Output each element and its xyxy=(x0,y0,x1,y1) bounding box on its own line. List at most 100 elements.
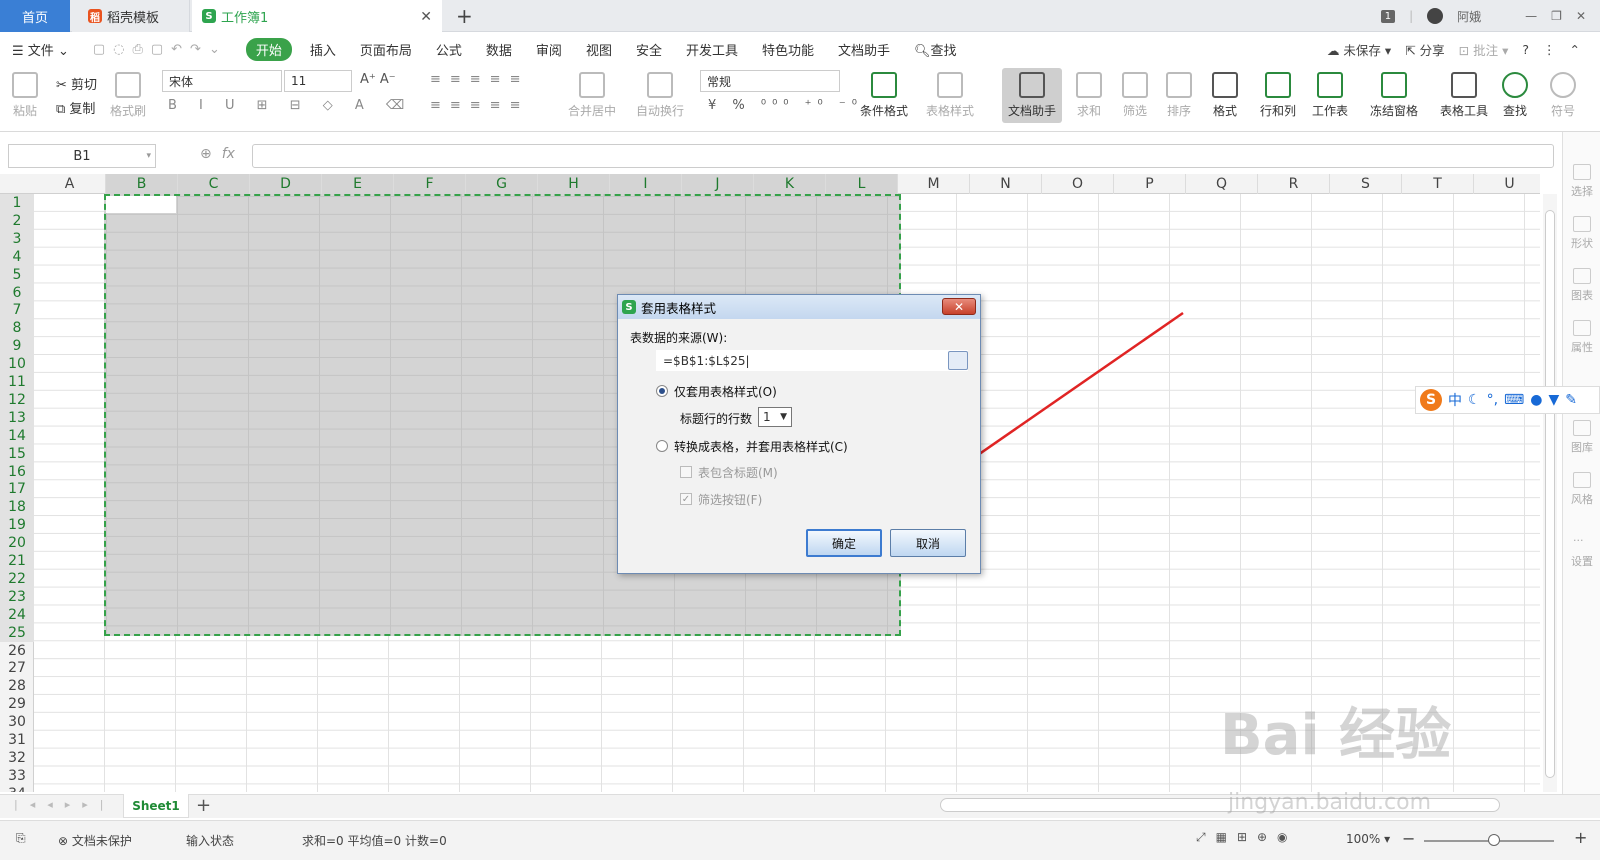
column-header[interactable]: K xyxy=(754,174,826,194)
font-select[interactable]: 宋体 xyxy=(162,70,282,92)
filter-button[interactable]: 筛选 xyxy=(1122,72,1148,119)
row-header[interactable]: 3 xyxy=(0,229,34,248)
add-sheet-button[interactable]: + xyxy=(196,795,211,816)
ime-mode-label[interactable]: 中 xyxy=(1448,390,1462,410)
column-header[interactable]: M xyxy=(898,174,970,194)
row-header[interactable]: 18 xyxy=(0,498,34,517)
row-col-button[interactable]: 行和列 xyxy=(1260,72,1296,119)
menu-page-layout[interactable]: 页面布局 xyxy=(348,40,424,59)
row-header[interactable]: 2 xyxy=(0,211,34,230)
row-header[interactable]: 4 xyxy=(0,247,34,266)
sum-button[interactable]: 求和 xyxy=(1076,72,1102,119)
wrap-text-button[interactable]: 自动换行 xyxy=(636,72,684,119)
font-grow-shrink-icons[interactable]: A⁺ A⁻ xyxy=(360,72,396,87)
row-header[interactable]: 1 xyxy=(0,194,34,212)
row-header[interactable]: 10 xyxy=(0,355,34,374)
merge-center-button[interactable]: 合并居中 xyxy=(568,72,616,119)
scrollbar-thumb[interactable] xyxy=(1545,210,1555,778)
row-header[interactable]: 25 xyxy=(0,623,34,642)
style-only-radio[interactable] xyxy=(656,385,668,397)
zoom-level[interactable]: 100% ▾ xyxy=(1346,832,1390,846)
convert-table-radio[interactable] xyxy=(656,440,668,452)
source-range-input[interactable]: =$B$1:$L$25 | xyxy=(656,350,968,371)
fx-icon[interactable]: fx xyxy=(222,146,235,162)
row-header[interactable]: 20 xyxy=(0,534,34,553)
column-header[interactable]: T xyxy=(1402,174,1474,194)
new-tab-button[interactable]: + xyxy=(456,4,473,28)
freeze-panes-button[interactable]: 冻结窗格 xyxy=(1370,72,1418,119)
user-icon[interactable]: ● xyxy=(1530,392,1542,408)
tab-template[interactable]: 稻 稻壳模板 xyxy=(72,0,190,32)
row-header[interactable]: 33 xyxy=(0,767,34,785)
sort-button[interactable]: 排序 xyxy=(1166,72,1192,119)
row-header[interactable]: 28 xyxy=(0,677,34,695)
menu-home[interactable]: 开始 xyxy=(245,37,292,61)
table-style-button[interactable]: 表格样式 xyxy=(926,72,974,119)
table-tools-button[interactable]: 表格工具 xyxy=(1440,72,1488,119)
comment-button[interactable]: ⊡ 批注 ▾ xyxy=(1459,40,1509,59)
convert-table-label[interactable]: 转换成表格，并套用表格样式(C) xyxy=(674,438,848,455)
avatar[interactable] xyxy=(1427,8,1444,24)
column-header[interactable]: F xyxy=(394,174,466,194)
menu-file[interactable]: ☰ 文件 ⌄ xyxy=(0,40,81,59)
menu-data[interactable]: 数据 xyxy=(474,40,524,59)
align-top-icons[interactable]: ≡≡≡≡≡ xyxy=(430,72,529,87)
column-header[interactable]: A xyxy=(34,174,106,194)
side-property-button[interactable]: 属性 xyxy=(1563,320,1600,355)
share-button[interactable]: ⇱ 分享 xyxy=(1405,40,1444,59)
menu-review[interactable]: 审阅 xyxy=(524,40,574,59)
row-header[interactable]: 31 xyxy=(0,731,34,749)
row-header[interactable]: 14 xyxy=(0,426,34,445)
unsaved-button[interactable]: ☁ 未保存 ▾ xyxy=(1327,40,1391,59)
ok-button[interactable]: 确定 xyxy=(806,529,882,557)
row-header[interactable]: 26 xyxy=(0,642,34,660)
number-format-icons[interactable]: ¥ % ⁰⁰⁰ ⁺⁰ ⁻⁰ xyxy=(708,98,863,113)
restore-icon[interactable]: ❐ xyxy=(1551,9,1562,23)
dialog-close-button[interactable]: ✕ xyxy=(942,298,976,315)
close-window-icon[interactable]: ✕ xyxy=(1576,9,1586,23)
sheet-nav-arrows[interactable]: |◂◂▸▸| xyxy=(14,798,116,811)
column-header[interactable]: J xyxy=(682,174,754,194)
row-header[interactable]: 22 xyxy=(0,569,34,588)
column-header[interactable]: O xyxy=(1042,174,1114,194)
copy-button[interactable]: ⧉ 复制 xyxy=(56,98,95,117)
wrench-icon[interactable]: ✎ xyxy=(1565,392,1577,408)
column-header[interactable]: R xyxy=(1258,174,1330,194)
row-header[interactable]: 8 xyxy=(0,319,34,338)
menu-formula[interactable]: 公式 xyxy=(424,40,474,59)
menu-developer[interactable]: 开发工具 xyxy=(674,40,750,59)
view-mode-icons[interactable]: ⤢▦⊞⊕◉ xyxy=(1196,830,1298,845)
shirt-icon[interactable]: ▼ xyxy=(1548,392,1559,408)
name-box[interactable]: B1 ▾ xyxy=(8,144,156,168)
font-size-select[interactable]: 11 xyxy=(284,70,352,92)
cell-view-icon[interactable]: ⎘ xyxy=(16,831,26,846)
column-header[interactable]: N xyxy=(970,174,1042,194)
active-cell[interactable] xyxy=(106,196,176,213)
help-icon[interactable]: ? xyxy=(1522,42,1529,57)
minimize-icon[interactable]: — xyxy=(1525,9,1537,23)
row-header[interactable]: 27 xyxy=(0,659,34,677)
more-icon[interactable]: ⋮ xyxy=(1543,42,1556,57)
cut-button[interactable]: ✂ 剪切 xyxy=(56,74,97,93)
column-header[interactable]: G xyxy=(466,174,538,194)
row-header[interactable]: 24 xyxy=(0,605,34,624)
protect-status[interactable]: ⊗ 文档未保护 xyxy=(58,832,132,849)
row-header[interactable]: 12 xyxy=(0,390,34,409)
menu-security[interactable]: 安全 xyxy=(624,40,674,59)
row-header[interactable]: 11 xyxy=(0,373,34,391)
menu-features[interactable]: 特色功能 xyxy=(750,40,826,59)
zoom-formula-icon[interactable]: ⊕ xyxy=(200,146,212,162)
row-header[interactable]: 6 xyxy=(0,283,34,302)
column-header[interactable]: C xyxy=(178,174,250,194)
row-header[interactable]: 17 xyxy=(0,480,34,499)
side-gallery-button[interactable]: 图库 xyxy=(1563,420,1600,455)
paste-button[interactable]: 粘贴 xyxy=(12,72,38,119)
font-style-icons[interactable]: B I U ⊞ ⊟ ◇ A ⌫ xyxy=(168,98,413,113)
tab-workbook[interactable]: S 工作簿1 ✕ xyxy=(192,0,442,32)
doc-helper-button[interactable]: 文档助手 xyxy=(1002,68,1063,123)
zoom-in-icon[interactable]: + xyxy=(1574,828,1587,847)
row-header[interactable]: 9 xyxy=(0,337,34,356)
column-header[interactable]: B xyxy=(106,174,178,194)
row-header[interactable]: 13 xyxy=(0,408,34,427)
conditional-format-button[interactable]: 条件格式 xyxy=(860,72,908,119)
